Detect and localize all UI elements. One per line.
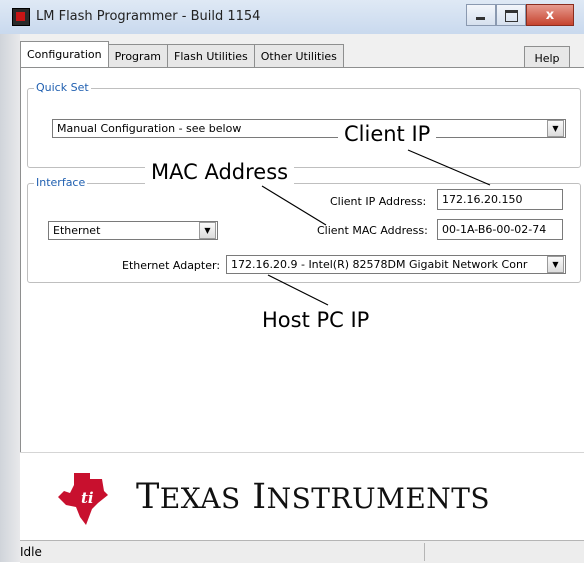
logo-text-nstruments: NSTRUMENTS bbox=[266, 482, 491, 515]
status-text: Idle bbox=[20, 545, 42, 559]
logo-banner: ti TEXAS INSTRUMENTS bbox=[20, 452, 584, 541]
callout-client-ip: Client IP bbox=[338, 122, 437, 146]
ti-wordmark: TEXAS INSTRUMENTS bbox=[136, 477, 490, 517]
callout-mac-address: MAC Address bbox=[145, 160, 295, 184]
callout-host-pc-ip: Host PC IP bbox=[256, 308, 376, 332]
status-bar: Idle bbox=[20, 540, 584, 563]
logo-letter-i: I bbox=[252, 477, 267, 517]
ti-logo-icon: ti bbox=[58, 473, 108, 525]
client-ip-pointer bbox=[407, 149, 491, 186]
logo-text-exas: EXAS bbox=[159, 482, 241, 515]
mac-address-pointer bbox=[261, 185, 327, 226]
svg-text:ti: ti bbox=[81, 489, 94, 507]
tab-configuration[interactable]: Configuration bbox=[20, 41, 109, 67]
status-divider bbox=[424, 543, 425, 561]
app-window: LM Flash Programmer - Build 1154 x Confi… bbox=[0, 0, 584, 563]
logo-letter-t: T bbox=[136, 477, 160, 517]
host-ip-pointer bbox=[267, 274, 329, 306]
